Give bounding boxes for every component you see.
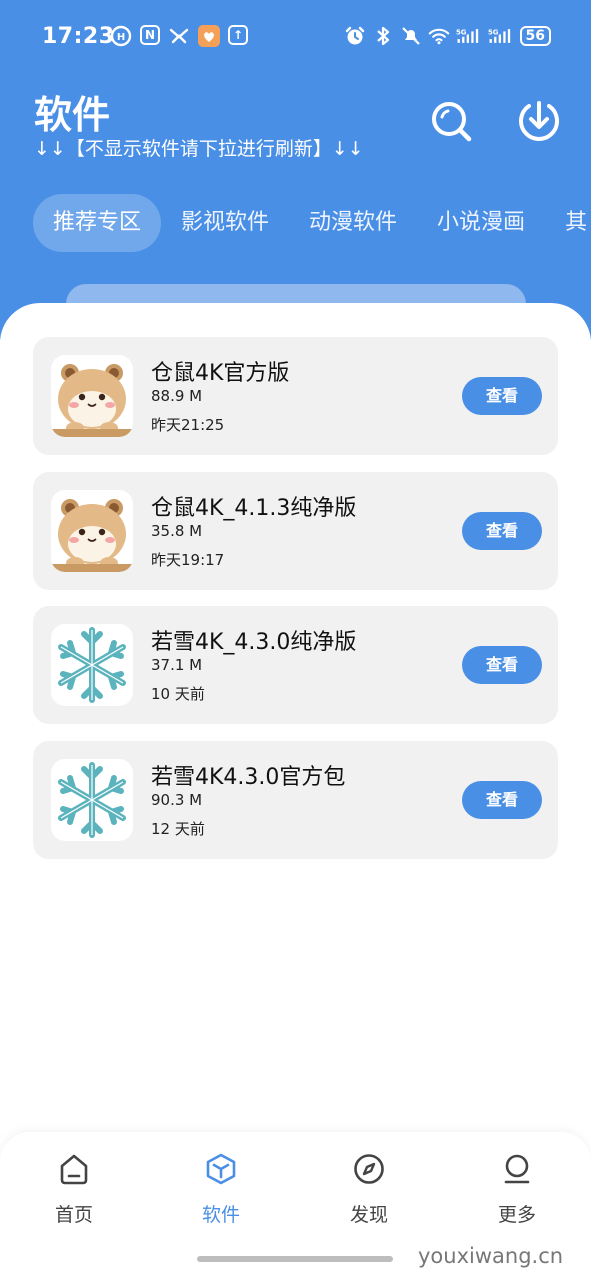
snowflake-icon <box>51 759 133 841</box>
nfc-icon: N <box>140 25 160 45</box>
wifi-icon <box>428 25 450 47</box>
view-button[interactable]: 查看 <box>462 646 542 684</box>
tab-video[interactable]: 影视软件 <box>161 194 289 252</box>
app-name: 仓鼠4K_4.1.3纯净版 <box>151 496 357 521</box>
nav-label: 首页 <box>54 1204 93 1226</box>
nav-more[interactable]: 更多 <box>467 1152 567 1227</box>
app-icon <box>168 25 190 47</box>
signal-5g-icon: 5G <box>456 25 482 47</box>
search-icon <box>432 102 472 142</box>
category-tabs: 推荐专区 影视软件 动漫软件 小说漫画 其 <box>0 194 591 252</box>
svg-text:H: H <box>117 32 125 43</box>
app-list-item[interactable]: 仓鼠4K官方版 88.9 M 昨天21:25 查看 <box>33 337 558 455</box>
download-button[interactable] <box>516 98 562 144</box>
nav-label: 软件 <box>201 1204 240 1226</box>
mute-icon <box>400 25 422 47</box>
status-right-icons: 5G 5G 56 <box>344 25 551 47</box>
tab-anime[interactable]: 动漫软件 <box>289 194 417 252</box>
upload-icon: ↑ <box>228 25 248 45</box>
compass-icon <box>354 1154 384 1184</box>
nav-home[interactable]: 首页 <box>24 1152 124 1227</box>
app-name: 若雪4K4.3.0官方包 <box>151 765 346 790</box>
view-button[interactable]: 查看 <box>462 781 542 819</box>
svg-text:5G: 5G <box>456 28 467 36</box>
view-button[interactable]: 查看 <box>462 377 542 415</box>
box-icon <box>206 1153 236 1185</box>
nav-software[interactable]: 软件 <box>171 1152 271 1227</box>
status-left-icons: H N ↑ <box>110 25 248 47</box>
alarm-icon <box>344 25 366 47</box>
home-icon <box>60 1154 88 1185</box>
app-name: 若雪4K_4.3.0纯净版 <box>151 630 357 655</box>
app-updated-time: 12 天前 <box>151 820 205 838</box>
refresh-hint: ↓↓【不显示软件请下拉进行刷新】↓↓ <box>34 138 364 160</box>
user-icon <box>504 1154 530 1184</box>
app-size: 37.1 M <box>151 656 203 674</box>
app-updated-time: 昨天19:17 <box>151 551 225 569</box>
app-list-item[interactable]: 若雪4K_4.3.0纯净版 37.1 M 10 天前 查看 <box>33 606 558 724</box>
tab-novel-comic[interactable]: 小说漫画 <box>417 194 545 252</box>
watermark: youxiwang.cn <box>418 1244 564 1268</box>
battery-indicator: 56 <box>519 26 551 46</box>
nav-label: 发现 <box>349 1204 388 1226</box>
shield-icon <box>198 25 220 47</box>
tab-recommended[interactable]: 推荐专区 <box>33 194 162 252</box>
app-updated-time: 10 天前 <box>151 685 205 703</box>
app-name: 仓鼠4K官方版 <box>151 361 290 386</box>
app-updated-time: 昨天21:25 <box>151 416 225 434</box>
nav-label: 更多 <box>497 1204 536 1226</box>
tab-other[interactable]: 其 <box>545 194 591 252</box>
app-size: 88.9 M <box>151 387 203 405</box>
download-icon <box>519 101 559 141</box>
bluetooth-icon <box>372 25 394 47</box>
search-button[interactable] <box>428 98 474 144</box>
app-list-item[interactable]: 若雪4K4.3.0官方包 90.3 M 12 天前 查看 <box>33 741 558 859</box>
app-list-item[interactable]: 仓鼠4K_4.1.3纯净版 35.8 M 昨天19:17 查看 <box>33 472 558 590</box>
svg-text:5G: 5G <box>488 28 499 36</box>
app-size: 35.8 M <box>151 522 203 540</box>
nav-discover[interactable]: 发现 <box>319 1152 419 1227</box>
status-time: 17:23 <box>42 24 115 49</box>
snowflake-icon <box>51 624 133 706</box>
hamster-icon <box>51 490 133 572</box>
page-title: 软件 <box>34 93 111 137</box>
signal-5g-icon: 5G <box>488 25 514 47</box>
view-button[interactable]: 查看 <box>462 512 542 550</box>
hamster-icon <box>51 355 133 437</box>
home-indicator[interactable] <box>197 1256 393 1262</box>
status-bar: 17:23 H N ↑ 5G 5G 56 <box>0 0 591 76</box>
hd-icon: H <box>110 25 132 47</box>
app-size: 90.3 M <box>151 791 203 809</box>
